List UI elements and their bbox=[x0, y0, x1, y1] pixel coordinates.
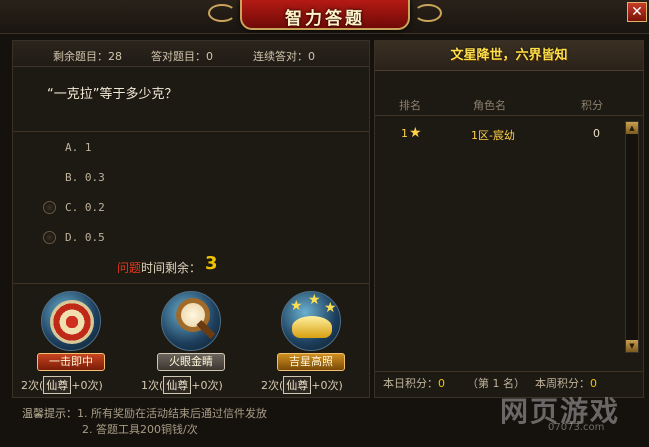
tool-lucky-star: ★ ★ ★ 吉星高照 2次(仙尊 +0次) bbox=[261, 291, 357, 399]
timer-label: 问题时间剩余： bbox=[117, 259, 201, 276]
tool-count: 2次(仙尊 +0次) bbox=[21, 376, 131, 394]
option-c[interactable]: C. 0.2 bbox=[65, 201, 105, 214]
divider bbox=[375, 371, 643, 372]
player-name[interactable]: 1区-宸幼 bbox=[471, 127, 515, 143]
rank-value: 1 bbox=[401, 127, 408, 140]
tips: 温馨提示：1. 所有奖励在活动结束后通过信件发放 2. 答题工具200铜钱/次 bbox=[22, 407, 267, 436]
option-a[interactable]: A. 1 bbox=[65, 141, 92, 154]
tool-sure-hit: 一击即中 2次(仙尊 +0次) bbox=[21, 291, 117, 399]
player-points: 0 bbox=[593, 127, 600, 140]
streak-count: 连续答对：0 bbox=[253, 50, 315, 63]
correct-answers: 答对题目：0 bbox=[151, 50, 213, 63]
stats-bar: 剩余题目：28 答对题目：0 连续答对：0 bbox=[13, 41, 369, 67]
divider bbox=[375, 115, 643, 116]
question-text: “一克拉”等于多少克？ bbox=[47, 87, 178, 102]
timer-label-red: 问题 bbox=[117, 261, 142, 275]
timer-value: 3 bbox=[205, 253, 218, 274]
radio-c-icon[interactable] bbox=[43, 201, 56, 214]
name-header: 角色名 bbox=[473, 99, 506, 112]
immortal-box[interactable]: 仙尊 bbox=[43, 376, 72, 394]
scroll-down-icon[interactable]: ▼ bbox=[626, 340, 638, 352]
close-icon[interactable]: ✕ bbox=[627, 2, 647, 22]
ranking-banner: 文星降世，六界皆知 bbox=[375, 41, 643, 71]
dart-target-icon[interactable] bbox=[41, 291, 101, 351]
divider bbox=[13, 283, 369, 284]
remaining-questions: 剩余题目：28 bbox=[53, 50, 122, 63]
window-title: 智力答题 bbox=[285, 9, 365, 29]
lucky-star-button[interactable]: 吉星高照 bbox=[277, 353, 345, 371]
divider bbox=[13, 131, 369, 132]
immortal-box[interactable]: 仙尊 bbox=[163, 376, 192, 394]
magnifier-icon[interactable] bbox=[161, 291, 221, 351]
points-header: 积分 bbox=[581, 99, 603, 112]
immortal-box[interactable]: 仙尊 bbox=[283, 376, 312, 394]
tool-keen-eye: 火眼金睛 1次(仙尊 +0次) bbox=[141, 291, 237, 399]
watermark-url: 07073.com bbox=[548, 422, 605, 433]
ranking-scrollbar[interactable]: ▲ ▼ bbox=[625, 121, 639, 353]
scroll-up-icon[interactable]: ▲ bbox=[626, 122, 638, 134]
option-b[interactable]: B. 0.3 bbox=[65, 171, 105, 184]
star-icon: ★ bbox=[409, 125, 422, 141]
ranking-panel: 文星降世，六界皆知 排名 角色名 积分 1 ★ 1区-宸幼 0 ▲ ▼ 本日积分… bbox=[374, 40, 644, 398]
rank-header: 排名 bbox=[399, 99, 421, 112]
radio-d-icon[interactable] bbox=[43, 231, 56, 244]
option-d[interactable]: D. 0.5 bbox=[65, 231, 105, 244]
keen-eye-button[interactable]: 火眼金睛 bbox=[157, 353, 225, 371]
timer-label-rest: 时间剩余： bbox=[141, 261, 202, 275]
today-rank: （第 1 名） bbox=[467, 377, 525, 390]
today-score: 本日积分：0 bbox=[383, 377, 445, 390]
title-bar: 智力答题 ✕ bbox=[0, 0, 649, 34]
title-plate: 智力答题 bbox=[208, 0, 442, 30]
gold-ingot-icon[interactable]: ★ ★ ★ bbox=[281, 291, 341, 351]
week-score: 本周积分：0 bbox=[535, 377, 597, 390]
tool-count: 1次(仙尊 +0次) bbox=[141, 376, 251, 394]
question-panel: 剩余题目：28 答对题目：0 连续答对：0 “一克拉”等于多少克？ A. 1 B… bbox=[12, 40, 370, 398]
sure-hit-button[interactable]: 一击即中 bbox=[37, 353, 105, 371]
tool-count: 2次(仙尊 +0次) bbox=[261, 376, 371, 394]
